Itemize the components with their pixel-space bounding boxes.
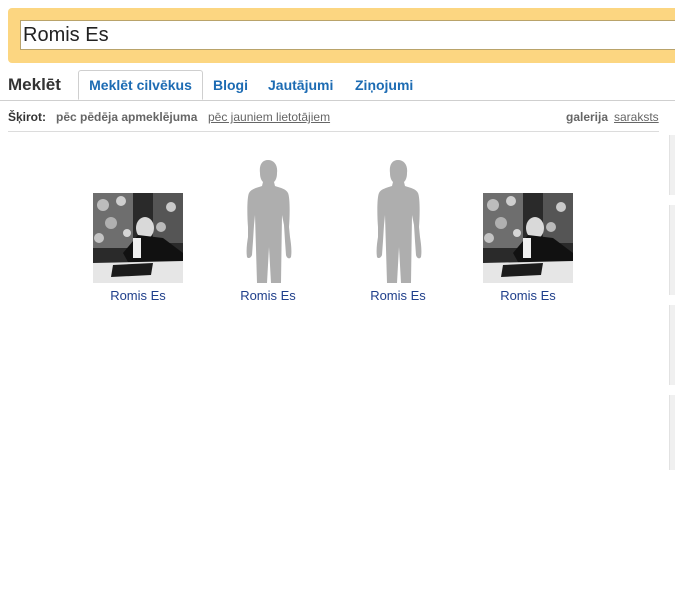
avatar[interactable]: [93, 155, 183, 283]
default-avatar-silhouette-icon: [246, 160, 292, 283]
sidebar-edge: [669, 395, 675, 470]
avatar[interactable]: [353, 155, 443, 283]
result-name-link[interactable]: Romis Es: [213, 288, 323, 303]
sort-label: Šķirot:: [8, 110, 47, 124]
sidebar-edge: [669, 305, 675, 385]
search-tabs: Meklēt Meklēt cilvēkus Blogi Jautājumi Z…: [0, 70, 675, 101]
tab-questions[interactable]: Jautājumi: [268, 77, 333, 93]
sort-by-last-visit: pēc pēdēja apmeklējuma: [56, 110, 198, 124]
result-name-link[interactable]: Romis Es: [473, 288, 583, 303]
tab-search-people[interactable]: Meklēt cilvēkus: [78, 70, 203, 100]
view-list-link[interactable]: saraksts: [614, 110, 659, 124]
search-bar: [8, 8, 675, 63]
result-card: Romis Es: [213, 155, 323, 303]
avatar[interactable]: [483, 155, 573, 283]
result-name-link[interactable]: Romis Es: [343, 288, 453, 303]
result-card: Romis Es: [343, 155, 453, 303]
sort-bar: Šķirot: pēc pēdēja apmeklējuma pēc jauni…: [8, 107, 659, 132]
sidebar-edge: [669, 135, 675, 195]
search-section-title: Meklēt: [8, 75, 61, 94]
default-avatar-silhouette-icon: [376, 160, 422, 283]
sidebar-edge: [669, 205, 675, 295]
tab-messages[interactable]: Ziņojumi: [355, 77, 413, 93]
user-photo-icon: [483, 193, 573, 283]
user-photo-icon: [93, 193, 183, 283]
sort-by-new-users-link[interactable]: pēc jauniem lietotājiem: [208, 110, 330, 124]
search-input[interactable]: [20, 20, 675, 50]
results-gallery: Romis Es Romis Es Romis Es Romis Es: [0, 155, 660, 315]
avatar[interactable]: [223, 155, 313, 283]
result-name-link[interactable]: Romis Es: [83, 288, 193, 303]
result-card: Romis Es: [83, 155, 193, 303]
view-gallery: galerija: [566, 110, 609, 124]
result-card: Romis Es: [473, 155, 583, 303]
tab-blogs[interactable]: Blogi: [213, 77, 248, 93]
